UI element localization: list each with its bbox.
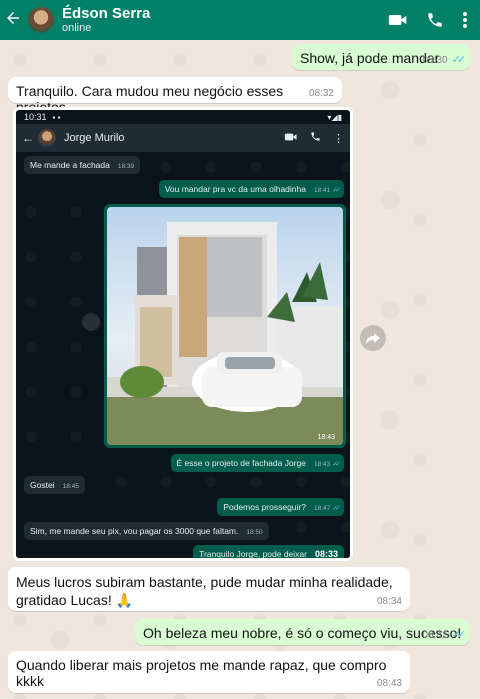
contact-status: online [62,22,92,34]
screenshot-forward-icon [82,313,100,331]
message-text: Show, já pode mandar [300,50,440,66]
screenshot-bubble-incoming: Sim, me mande seu pix, vou pagar os 3000… [24,522,269,540]
screenshot-chat-header: ← Jorge Murilo ⋮ [16,124,350,152]
chat-header: Édson Serra online [0,0,480,40]
message-time: 08:34 [376,596,402,607]
screenshot-back-icon: ← [22,131,34,145]
screenshot-more-icon: ⋮ [333,132,344,145]
more-options-icon[interactable] [462,11,468,29]
screenshot-video-icon [284,132,298,145]
message-time: 08:43 [376,678,402,689]
message-bubble-outgoing[interactable]: Show, já pode mandar 08:30 ✓✓ [292,44,470,70]
screenshot-avatar [38,129,56,147]
voice-call-icon[interactable] [426,11,444,29]
screenshot-bubble-outgoing: Podemos prosseguir? 18:47 ✓✓ [217,498,344,516]
screenshot-bubble-outgoing: Tranquilo Jorge, pode deixar 08:33 [193,545,344,558]
house-facade-photo: 18:43 [107,207,343,445]
screenshot-bubble-incoming: Gostei 18:45 [24,476,85,494]
screenshot-bubble-outgoing: Vou mandar pra vc da uma olhadinha 18:41 ✓… [158,180,344,198]
message-text: Meus lucros subiram bastante, pude mudar… [16,574,393,608]
message-bubble-incoming[interactable]: Meus lucros subiram bastante, pude mudar… [8,567,410,611]
video-call-icon[interactable] [388,12,408,28]
screenshot-bubble-outgoing: É esse o projeto de fachada Jorge 18:43 ✓✓ [170,454,344,472]
message-bubble-incoming[interactable]: Tranquilo. Cara mudou meu negócio esses … [8,77,342,115]
contact-name: Édson Serra [62,5,151,22]
contact-info[interactable]: Édson Serra online [62,5,150,35]
screenshot-status-icons: ▾◢▮ [327,112,342,122]
message-bubble-incoming[interactable]: Quando liberar mais projetos me mande ra… [8,651,410,693]
message-bubble-outgoing[interactable]: Oh beleza meu nobre, é só o começo viu, … [135,619,470,645]
screenshot-status-time: 10:31 [24,112,47,122]
screenshot-bubble-incoming: Me mande a fachada 18:39 [24,156,141,174]
read-ticks-icon: ✓✓ [451,629,467,641]
message-text: Quando liberar mais projetos me mande ra… [16,657,387,689]
back-arrow-icon[interactable] [4,9,26,31]
message-time: 08:41 [422,630,448,641]
forward-button[interactable] [360,325,386,351]
screenshot-image-message[interactable]: 10:31 ▪ ▪ ▾◢▮ ← Jorge Murilo ⋮ Me mande … [13,107,353,561]
avatar[interactable] [28,7,54,33]
forward-icon [366,333,380,344]
screenshot-chat-body: Me mande a fachada 18:39 Vou mandar pra v… [16,152,350,558]
message-text: Oh beleza meu nobre, é só o começo viu, … [143,625,462,641]
screenshot-status-bar: 10:31 ▪ ▪ ▾◢▮ [24,112,342,122]
message-time: 08:32 [308,88,334,99]
screenshot-photo-bubble: 18:43 [104,204,346,448]
screenshot-call-icon [310,131,321,145]
screenshot-photo-time: 18:43 [317,434,335,441]
message-time: 08:30 [422,55,448,66]
screenshot-contact-name: Jorge Murilo [64,132,125,144]
read-ticks-icon: ✓✓ [451,54,467,66]
